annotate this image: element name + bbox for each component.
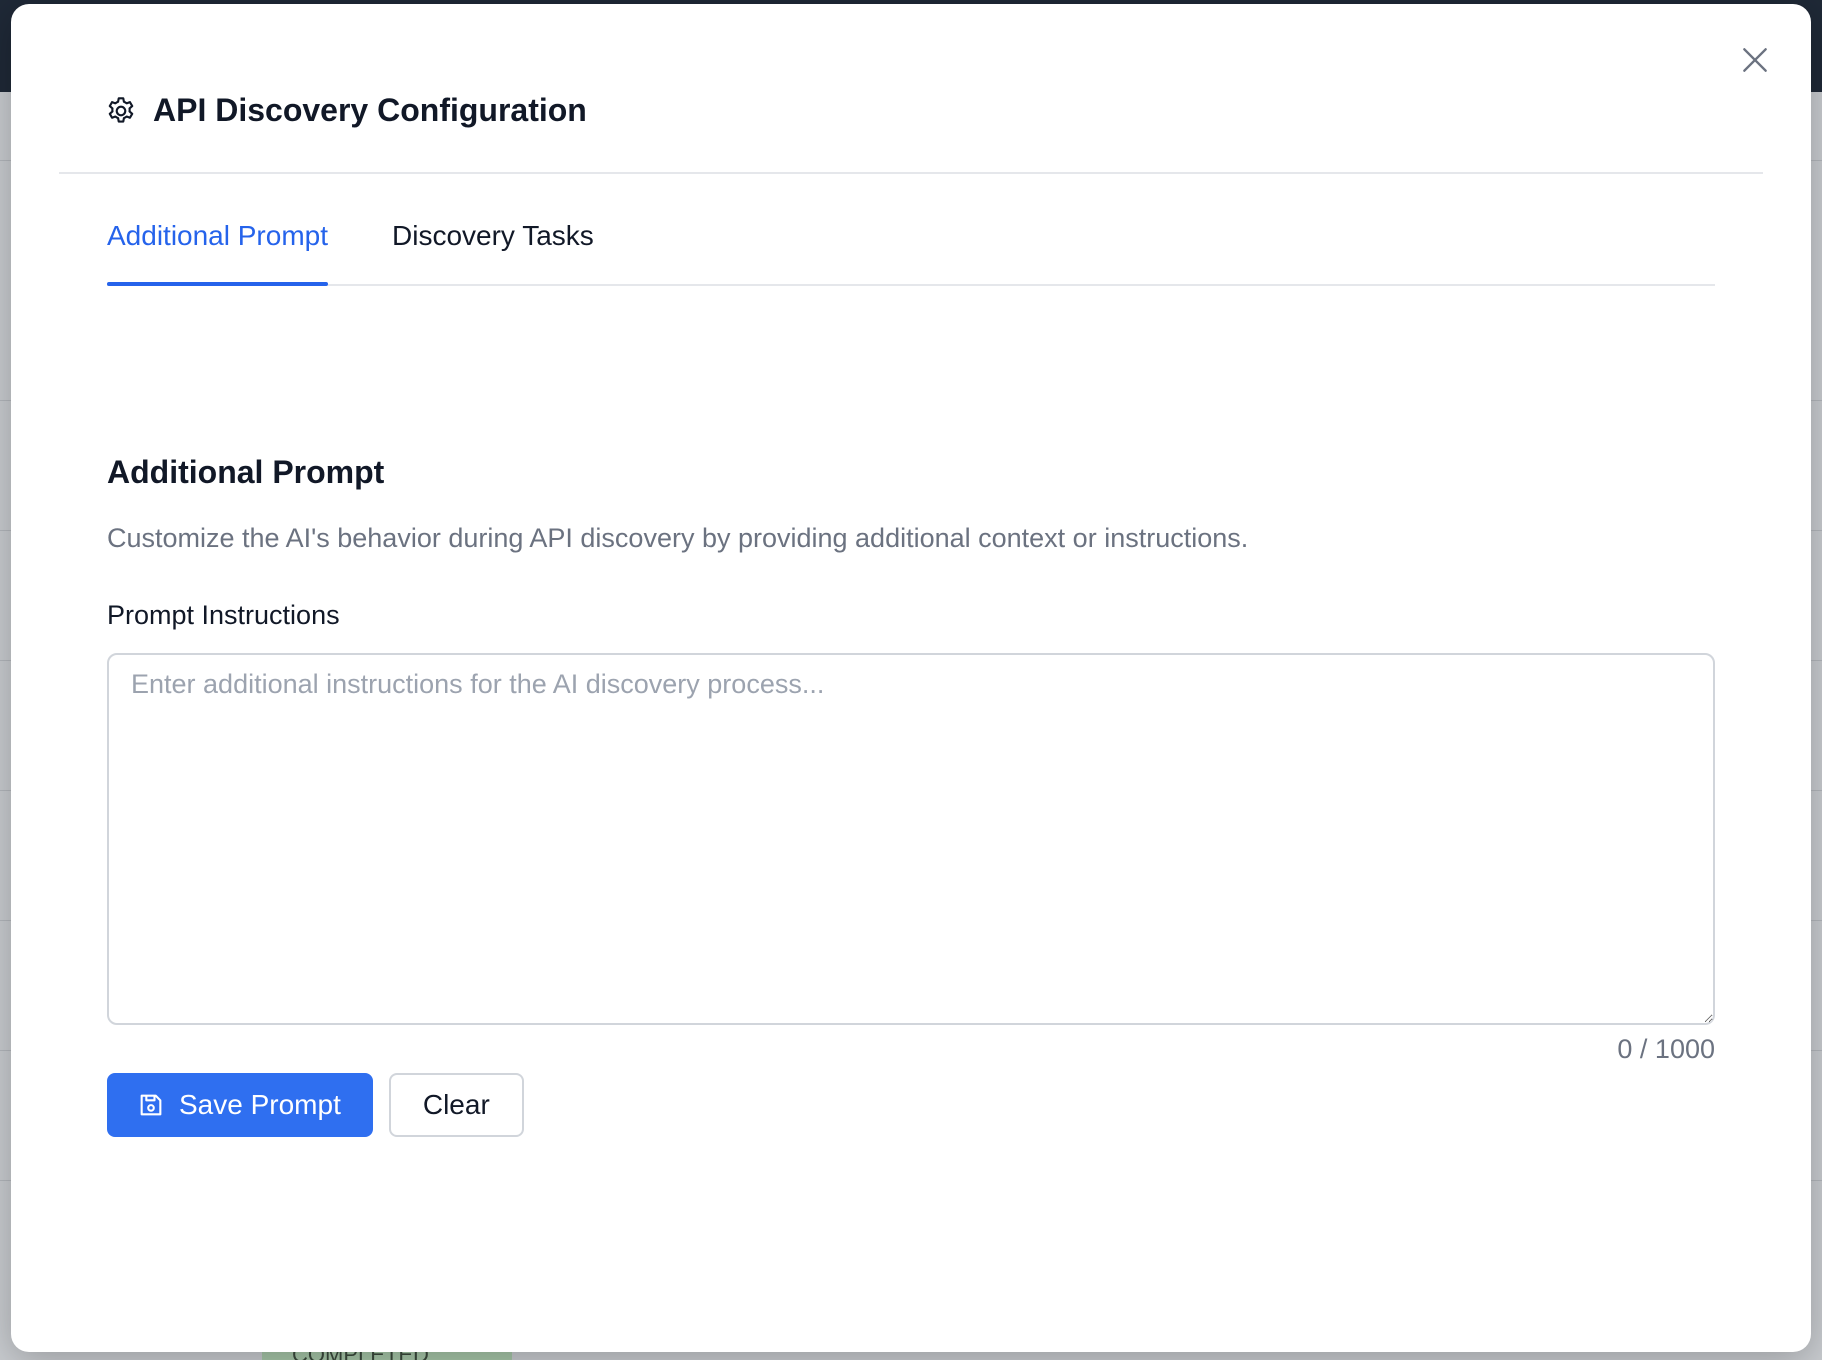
section-title: Additional Prompt [107, 454, 385, 490]
save-prompt-label: Save Prompt [179, 1089, 341, 1120]
gear-icon [108, 96, 134, 123]
tab-discovery-tasks[interactable]: Discovery Tasks [392, 214, 594, 284]
tab-additional-prompt[interactable]: Additional Prompt [107, 214, 329, 286]
modal-title-group: API Discovery Configuration [105, 92, 587, 129]
prompt-instructions-textarea[interactable] [107, 653, 1715, 1025]
section-description: Customize the AI's behavior during API d… [107, 523, 1249, 553]
character-counter: 0 / 1000 [1617, 1034, 1715, 1064]
additional-prompt-section: Additional Prompt Customize the AI's beh… [107, 454, 1715, 1137]
prompt-instructions-label: Prompt Instructions [107, 600, 340, 630]
clear-label: Clear [422, 1089, 490, 1120]
modal-header: API Discovery Configuration [59, 4, 1763, 174]
save-prompt-button[interactable]: Save Prompt [107, 1073, 373, 1137]
config-modal: API Discovery Configuration Additional P… [11, 4, 1811, 1352]
clear-button[interactable]: Clear [388, 1073, 524, 1137]
action-buttons: Save Prompt Clear [107, 1073, 1715, 1137]
save-icon [140, 1094, 162, 1116]
modal-title: API Discovery Configuration [153, 92, 587, 128]
tab-bar: Additional Prompt Discovery Tasks [107, 214, 1715, 286]
